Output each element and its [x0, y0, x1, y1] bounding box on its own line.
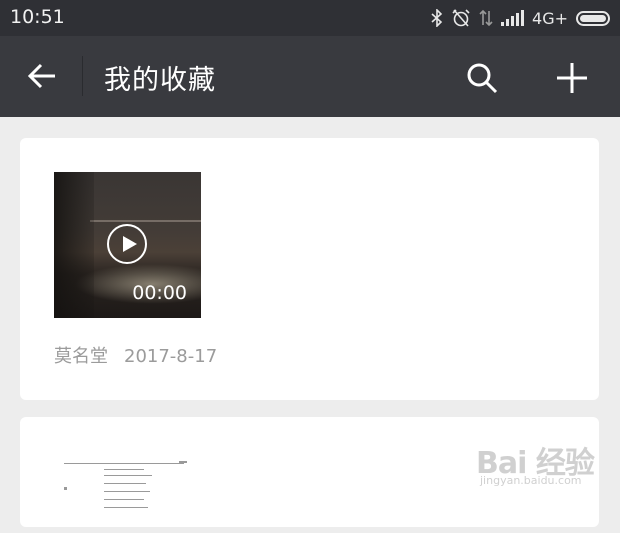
watermark-sub: jingyan.baidu.com [480, 474, 582, 487]
nav-bar: 我的收藏 [0, 36, 620, 117]
item-meta: 莫名堂 2017-8-17 [54, 342, 217, 368]
network-type: 4G+ [532, 8, 568, 28]
thumbnail-detail [90, 220, 201, 222]
page-title: 我的收藏 [104, 65, 216, 96]
add-icon [557, 63, 587, 93]
status-icons: 4G+ [431, 6, 610, 30]
baidu-watermark: Bai 经验 jingyan.baidu.com [476, 432, 616, 500]
thumbnail-detail [54, 172, 94, 318]
item-date: 2017-8-17 [124, 346, 218, 367]
add-button[interactable] [550, 56, 594, 100]
battery-icon [576, 10, 610, 26]
video-thumbnail[interactable]: 00:00 [54, 172, 201, 318]
item-source: 莫名堂 [54, 346, 108, 367]
video-duration: 00:00 [132, 282, 187, 304]
status-time: 10:51 [10, 6, 65, 28]
back-arrow-icon [27, 63, 55, 89]
favorite-item-video[interactable]: 00:00 莫名堂 2017-8-17 [20, 138, 599, 400]
bluetooth-icon [431, 9, 443, 27]
search-icon [467, 63, 498, 94]
signal-icon [501, 10, 525, 26]
search-button[interactable] [460, 56, 504, 100]
back-button[interactable] [22, 56, 62, 96]
play-icon[interactable] [107, 224, 147, 264]
document-thumbnail[interactable] [54, 453, 214, 533]
nav-divider [82, 56, 83, 96]
data-arrows-icon [479, 9, 493, 27]
alarm-off-icon [452, 9, 470, 27]
status-bar: 10:51 4G+ [0, 0, 620, 36]
